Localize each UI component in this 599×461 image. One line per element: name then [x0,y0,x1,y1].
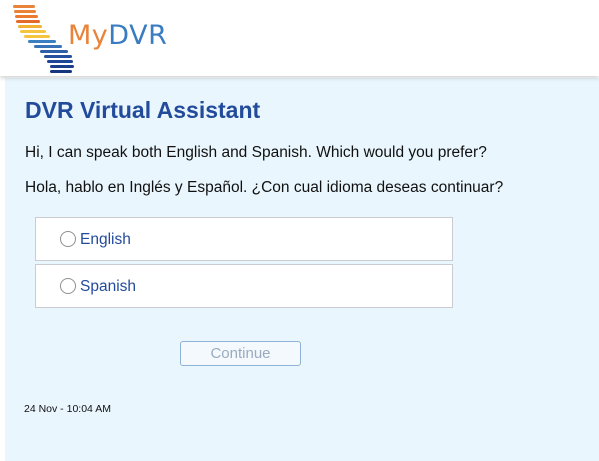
logo-wordmark: MyDVR [68,20,167,51]
logo-text-dvr: DVR [108,20,168,51]
radio-unchecked-icon[interactable] [60,278,76,294]
chat-panel: DVR Virtual Assistant Hi, I can speak bo… [5,78,599,461]
header: MyDVR [0,0,599,76]
mydvr-logo[interactable]: MyDVR [10,4,180,74]
option-english[interactable]: English [35,217,453,261]
option-label: Spanish [80,278,137,295]
assistant-message-english: Hi, I can speak both English and Spanish… [25,144,487,161]
language-options: English Spanish [35,217,453,308]
logo-text-my: My [68,20,109,51]
radio-unchecked-icon[interactable] [60,231,76,247]
option-label: English [80,231,131,248]
message-timestamp: 24 Nov - 10:04 AM [24,403,111,415]
assistant-message-spanish: Hola, hablo en Inglés y Español. ¿Con cu… [25,179,504,196]
page-title: DVR Virtual Assistant [25,97,261,123]
option-spanish[interactable]: Spanish [35,264,453,308]
continue-button[interactable]: Continue [180,341,301,366]
